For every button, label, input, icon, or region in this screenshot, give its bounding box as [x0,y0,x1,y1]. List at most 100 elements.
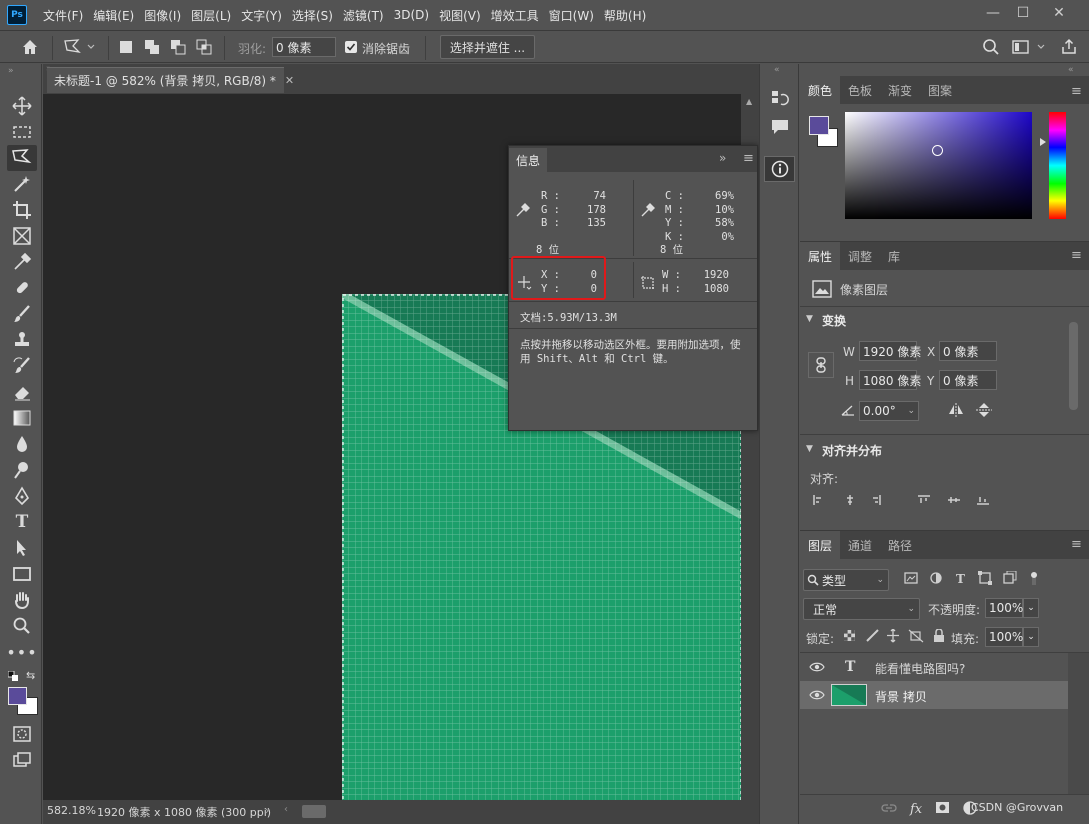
menu-item[interactable]: 窗口(W) [544,7,599,24]
polygonal-lasso-tool-icon[interactable] [10,147,34,169]
tab-layers[interactable]: 图层 [800,531,841,559]
move-tool-icon[interactable] [10,95,34,117]
fill-input[interactable]: 100% [985,627,1023,647]
healing-brush-icon[interactable] [10,277,34,299]
angle-input[interactable]: 0.00° ⌄ [859,401,919,421]
tab-color[interactable]: 颜色 [800,76,841,104]
layers-menu-icon[interactable]: ≡ [1071,537,1082,552]
layer-filter-select[interactable]: 类型 ⌄ [803,569,889,591]
layer-filter-icons[interactable]: T [904,571,1044,587]
color-panel-menu-icon[interactable]: ≡ [1071,84,1082,99]
layer-row-text[interactable]: T 能看懂电路图吗? [800,653,1068,681]
status-arrow-icon[interactable]: › [265,804,269,817]
close-button[interactable]: ✕ [1044,2,1074,24]
workspace-icon[interactable] [1012,38,1048,59]
foreground-color-swatch[interactable] [8,687,27,705]
hue-slider[interactable] [1049,112,1066,219]
menu-item[interactable]: 3D(D) [389,8,434,22]
tab-adjustments[interactable]: 调整 [840,242,880,270]
dodge-tool-icon[interactable] [10,459,34,481]
blur-tool-icon[interactable] [10,433,34,455]
rectangle-tool-icon[interactable] [10,563,34,585]
scroll-left-icon[interactable]: ‹ [284,804,288,815]
menu-item[interactable]: 选择(S) [287,7,338,24]
properties-scrollbar[interactable] [1069,322,1078,410]
subtract-selection-icon[interactable] [169,38,187,56]
height-input[interactable]: 1080 像素 [859,370,921,390]
minimize-button[interactable]: — [978,2,1008,24]
transform-chevron-icon[interactable]: ▼ [806,314,813,324]
menu-item[interactable]: 文字(Y) [236,7,287,24]
tab-swatches[interactable]: 色板 [840,76,880,104]
tab-patterns[interactable]: 图案 [920,76,960,104]
hand-tool-icon[interactable] [10,589,34,611]
pen-tool-icon[interactable] [10,485,34,507]
panel-expand-icon[interactable]: » [719,151,726,165]
history-icon[interactable] [770,89,790,109]
frame-tool-icon[interactable] [10,225,34,247]
close-tab-icon[interactable]: ✕ [285,74,294,87]
menu-item[interactable]: 图像(I) [139,7,186,24]
select-and-mask-button[interactable]: 选择并遮住 ... [440,35,535,59]
tab-libraries[interactable]: 库 [880,242,908,270]
marquee-tool-icon[interactable] [10,121,34,143]
menu-item[interactable]: 视图(V) [434,7,486,24]
eraser-tool-icon[interactable] [10,381,34,403]
collapse-panels-icon[interactable]: « [1068,65,1074,75]
stamp-tool-icon[interactable] [10,329,34,351]
menu-item[interactable]: 文件(F) [38,7,88,24]
flip-vertical-icon[interactable] [975,402,993,418]
maximize-button[interactable]: ☐ [1008,2,1038,24]
flip-horizontal-icon[interactable] [947,402,965,418]
layer-row-background-copy[interactable]: 背景 拷贝 [800,681,1068,709]
zoom-level[interactable]: 582.18% [47,804,96,817]
width-input[interactable]: 1920 像素 [859,341,921,361]
color-fg-swatch[interactable] [809,116,829,135]
brush-tool-icon[interactable] [10,303,34,325]
align-icons[interactable] [812,494,992,506]
path-selection-icon[interactable] [10,537,34,559]
hue-slider-marker-icon[interactable] [1040,138,1046,146]
home-icon[interactable] [20,37,40,60]
blend-mode-select[interactable]: 正常 ⌄ [803,598,920,620]
polygonal-lasso-icon[interactable] [62,37,96,60]
add-selection-icon[interactable] [143,38,161,56]
type-tool-icon[interactable]: T [10,511,34,533]
info-tab[interactable]: 信息 [509,148,547,172]
menu-item[interactable]: 图层(L) [186,7,236,24]
default-colors-icon[interactable] [7,670,18,684]
tab-properties[interactable]: 属性 [800,242,841,270]
fill-dropdown[interactable]: ⌄ [1023,627,1039,647]
menu-item[interactable]: 滤镜(T) [338,7,389,24]
menu-item[interactable]: 编辑(E) [88,7,139,24]
visibility-eye-icon[interactable] [809,690,825,700]
visibility-eye-icon[interactable] [809,662,825,672]
magic-wand-tool-icon[interactable] [10,173,34,195]
align-chevron-icon[interactable]: ▼ [806,444,813,454]
quick-mask-icon[interactable] [10,723,34,745]
panel-menu-icon[interactable]: ≡ [743,151,754,166]
opacity-dropdown[interactable]: ⌄ [1023,598,1039,618]
document-tab[interactable]: 未标题-1 @ 582% (背景 拷贝, RGB/8) * ✕ [47,67,294,93]
opacity-input[interactable]: 100% [985,598,1023,618]
screen-mode-icon[interactable] [10,749,34,771]
intersect-selection-icon[interactable] [195,38,213,56]
menu-item[interactable]: 帮助(H) [599,7,651,24]
menu-item[interactable]: 增效工具 [486,7,544,24]
more-tools-icon[interactable]: ••• [6,641,36,663]
x-input[interactable]: 0 像素 [939,341,997,361]
tab-gradients[interactable]: 渐变 [880,76,920,104]
swap-colors-icon[interactable]: ⇆ [26,669,35,682]
gradient-tool-icon[interactable] [10,407,34,429]
tab-channels[interactable]: 通道 [840,531,880,559]
y-input[interactable]: 0 像素 [939,370,997,390]
new-selection-icon[interactable] [117,38,135,56]
collapse-strip-icon[interactable]: « [774,65,780,75]
comments-icon[interactable] [770,118,790,136]
feather-input[interactable]: 0 像素 [272,37,336,57]
layers-scrollbar[interactable] [1068,653,1089,794]
color-picker-cursor[interactable] [932,145,943,156]
lock-icons[interactable] [843,629,948,644]
link-wh-icon[interactable] [808,352,834,378]
history-brush-icon[interactable] [10,355,34,377]
